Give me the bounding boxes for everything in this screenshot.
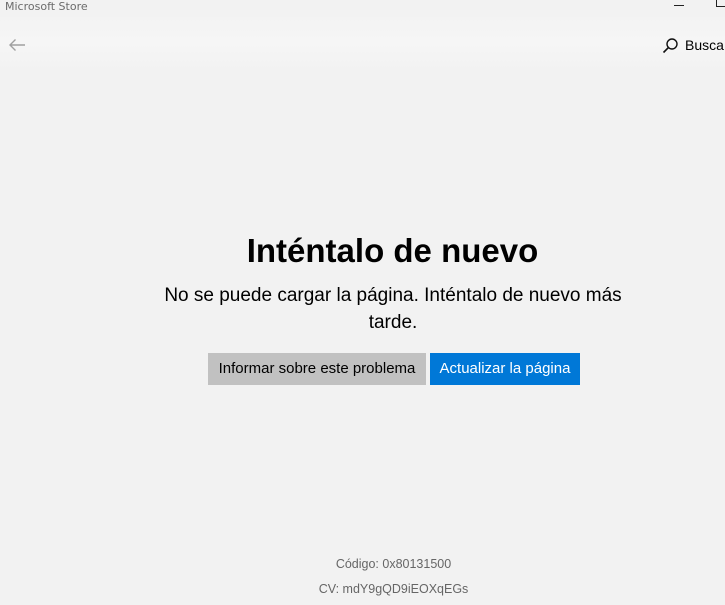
title-bar: Microsoft Store	[0, 0, 725, 16]
minimize-button[interactable]	[673, 0, 685, 10]
report-problem-button[interactable]: Informar sobre este problema	[208, 353, 426, 385]
maximize-button[interactable]	[716, 0, 725, 7]
error-message: No se puede cargar la página. Inténtalo …	[164, 285, 622, 333]
search-label: Busca	[685, 37, 724, 53]
correlation-vector: CV: mdY9gQD9iEOXqEGs	[318, 582, 469, 596]
navigation-bar: Busca	[0, 17, 725, 72]
search-button[interactable]: Busca	[662, 34, 724, 56]
arrow-left-icon	[9, 39, 25, 51]
refresh-page-button[interactable]: Actualizar la página	[430, 353, 580, 385]
back-button[interactable]	[5, 33, 29, 57]
error-code: Código: 0x80131500	[335, 557, 452, 571]
search-icon	[662, 37, 678, 53]
error-title: Inténtalo de nuevo	[246, 232, 539, 269]
app-title: Microsoft Store	[5, 0, 88, 13]
